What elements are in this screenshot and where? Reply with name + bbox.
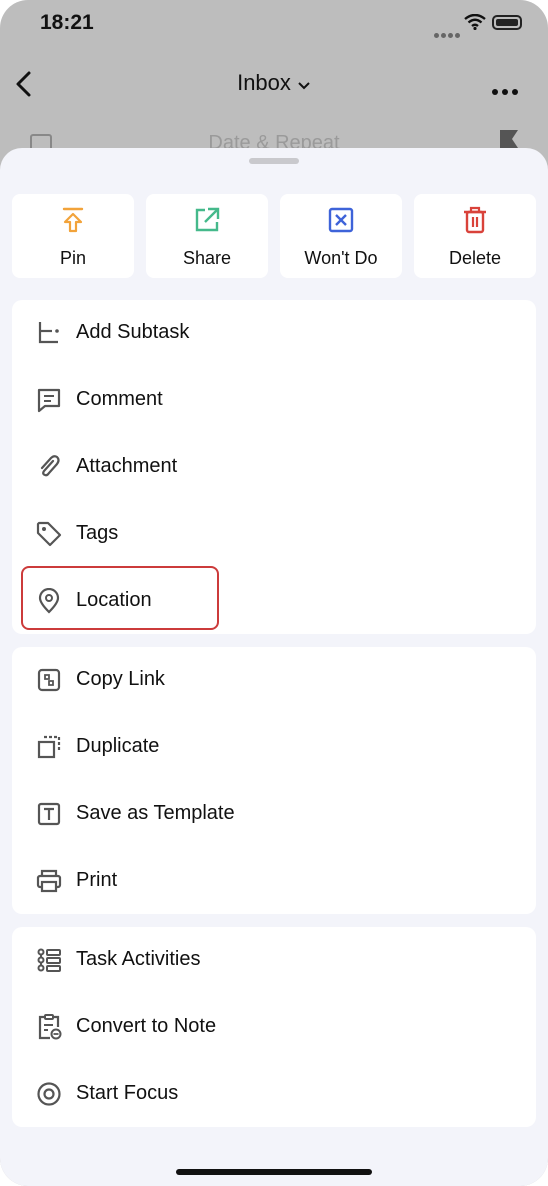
nav-title-label: Inbox bbox=[237, 70, 291, 95]
phone-screen: 18:21 Inbox Date & Repeat Pin Share Won'… bbox=[0, 0, 548, 1186]
home-indicator[interactable] bbox=[176, 1169, 372, 1175]
delete-button[interactable]: Delete bbox=[414, 194, 536, 278]
menu-item-label: Duplicate bbox=[76, 735, 160, 757]
menu-item-save-template[interactable]: Save as Template bbox=[12, 781, 536, 848]
pin-icon bbox=[12, 206, 134, 234]
pin-label: Pin bbox=[59, 248, 86, 268]
focus-icon bbox=[36, 1081, 62, 1107]
menu-item-label: Convert to Note bbox=[76, 1015, 217, 1037]
share-button[interactable]: Share bbox=[146, 194, 268, 278]
menu-item-add-subtask[interactable]: Add Subtask bbox=[12, 300, 536, 367]
paperclip-icon bbox=[36, 454, 62, 480]
wont-do-icon bbox=[280, 206, 402, 234]
menu-item-copy-link[interactable]: Copy Link bbox=[12, 647, 536, 714]
menu-item-label: Start Focus bbox=[76, 1082, 179, 1104]
nav-bar: Inbox bbox=[0, 56, 548, 112]
menu-item-label: Add Subtask bbox=[76, 321, 190, 343]
menu-group-share: Copy Link Duplicate Save as Template Pri… bbox=[12, 647, 536, 914]
status-bar: 18:21 bbox=[0, 0, 548, 48]
printer-icon bbox=[36, 868, 62, 894]
wont-do-label: Won't Do bbox=[304, 248, 378, 268]
wifi-icon bbox=[464, 13, 486, 35]
quick-actions: Pin Share Won't Do Delete bbox=[12, 194, 536, 278]
share-label: Share bbox=[182, 248, 232, 268]
location-highlight-box bbox=[21, 566, 219, 630]
menu-item-duplicate[interactable]: Duplicate bbox=[12, 714, 536, 781]
more-icon[interactable] bbox=[492, 82, 522, 100]
chevron-down-icon bbox=[297, 71, 311, 97]
nav-title[interactable]: Inbox bbox=[0, 70, 548, 97]
cellular-signal-icon bbox=[434, 25, 462, 43]
menu-item-convert-note[interactable]: Convert to Note bbox=[12, 994, 536, 1061]
pin-button[interactable]: Pin bbox=[12, 194, 134, 278]
sheet-grabber[interactable] bbox=[249, 158, 299, 164]
wont-do-button[interactable]: Won't Do bbox=[280, 194, 402, 278]
menu-item-label: Tags bbox=[76, 522, 119, 544]
subtask-icon bbox=[36, 320, 62, 346]
comment-icon bbox=[36, 387, 62, 413]
menu-item-label: Attachment bbox=[76, 455, 178, 477]
menu-item-label: Comment bbox=[76, 388, 163, 410]
menu-item-comment[interactable]: Comment bbox=[12, 367, 536, 434]
duplicate-icon bbox=[36, 734, 62, 760]
menu-item-start-focus[interactable]: Start Focus bbox=[12, 1061, 536, 1128]
note-icon bbox=[36, 1014, 62, 1040]
battery-icon bbox=[492, 15, 522, 30]
tag-icon bbox=[36, 521, 62, 547]
menu-item-task-activities[interactable]: Task Activities bbox=[12, 927, 536, 994]
menu-item-label: Print bbox=[76, 869, 118, 891]
menu-group-misc: Task Activities Convert to Note Start Fo… bbox=[12, 927, 536, 1127]
menu-item-label: Save as Template bbox=[76, 802, 235, 824]
delete-label: Delete bbox=[448, 248, 502, 268]
action-sheet: Pin Share Won't Do Delete Add Subtask Co… bbox=[0, 148, 548, 1186]
menu-item-label: Task Activities bbox=[76, 948, 201, 970]
trash-icon bbox=[414, 206, 536, 234]
share-icon bbox=[146, 206, 268, 234]
menu-item-attachment[interactable]: Attachment bbox=[12, 434, 536, 501]
template-icon bbox=[36, 801, 62, 827]
status-time: 18:21 bbox=[40, 11, 94, 34]
menu-item-label: Copy Link bbox=[76, 668, 165, 690]
menu-item-tags[interactable]: Tags bbox=[12, 501, 536, 568]
link-icon bbox=[36, 667, 62, 693]
menu-item-print[interactable]: Print bbox=[12, 848, 536, 915]
activities-icon bbox=[36, 947, 62, 973]
